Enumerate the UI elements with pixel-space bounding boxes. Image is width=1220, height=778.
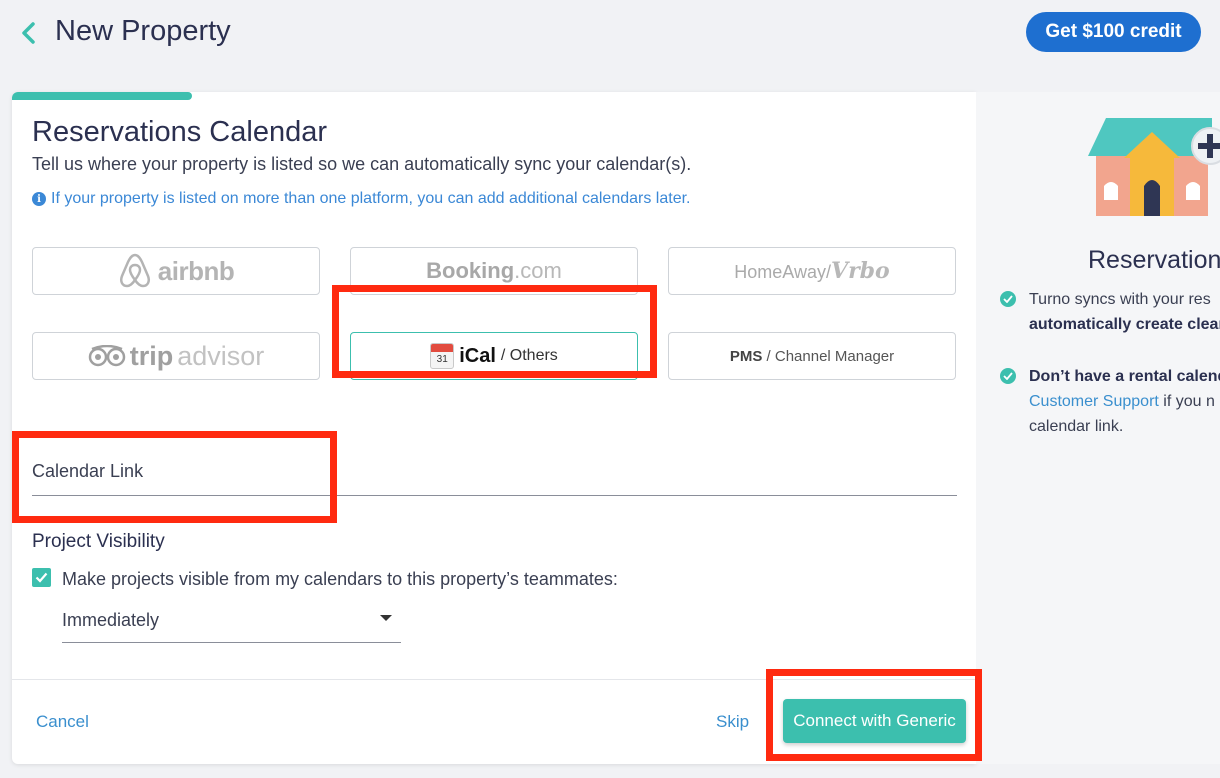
customer-support-link[interactable]: Customer Support bbox=[1029, 393, 1159, 410]
get-credit-button[interactable]: Get $100 credit bbox=[1026, 12, 1201, 52]
info-icon: i bbox=[32, 192, 46, 206]
advisor-wordmark: advisor bbox=[177, 340, 265, 371]
trip-wordmark: trip bbox=[129, 340, 174, 371]
visibility-checkbox-label: Make projects visible from my calendars … bbox=[62, 569, 618, 589]
side-title: Reservation bbox=[1088, 246, 1220, 274]
platform-airbnb-button[interactable]: airbnb bbox=[32, 247, 320, 295]
side-row-sync-line1: Turno syncs with your res bbox=[1029, 291, 1211, 308]
homeaway-wordmark: HomeAway/ bbox=[734, 262, 831, 282]
pms-bold: PMS bbox=[729, 347, 763, 365]
visibility-timing-value: Immediately bbox=[62, 610, 160, 630]
calendar-icon: 31 bbox=[430, 343, 455, 369]
tripadvisor-owl-icon bbox=[88, 345, 125, 367]
homeaway-vrbo-logo: HomeAway/Vrbo bbox=[734, 258, 889, 284]
side-row-no-calendar-line3: calendar link. bbox=[1029, 418, 1124, 435]
calendar-link-underline bbox=[32, 495, 957, 496]
info-text: If your property is listed on more than … bbox=[51, 190, 691, 207]
ical-logo: 31 iCal / Others bbox=[430, 343, 558, 369]
platform-tripadvisor-button[interactable]: trip advisor bbox=[32, 332, 320, 380]
house-illustration-icon bbox=[1088, 118, 1220, 216]
back-chevron-icon[interactable] bbox=[18, 20, 40, 46]
skip-button[interactable]: Skip bbox=[716, 712, 749, 732]
side-row-no-calendar: Don’t have a rental calend Customer Supp… bbox=[1000, 364, 1220, 439]
progress-bar bbox=[12, 92, 192, 100]
booking-wordmark: Booking bbox=[426, 258, 515, 283]
info-note: i If your property is listed on more tha… bbox=[32, 190, 690, 208]
side-row-sync-line2: automatically create clear bbox=[1029, 316, 1220, 333]
platform-homeaway-vrbo-button[interactable]: HomeAway/Vrbo bbox=[668, 247, 956, 295]
section-subtitle: Tell us where your property is listed so… bbox=[32, 154, 692, 174]
footer-divider bbox=[12, 679, 976, 680]
platform-ical-others-button[interactable]: 31 iCal / Others bbox=[350, 332, 638, 380]
side-row-sync: Turno syncs with your res automatically … bbox=[1000, 287, 1220, 337]
page-title: New Property bbox=[55, 15, 231, 47]
platform-pms-button[interactable]: PMS / Channel Manager bbox=[668, 332, 956, 380]
airbnb-wordmark: airbnb bbox=[157, 255, 235, 286]
connect-with-generic-button[interactable]: Connect with Generic bbox=[783, 699, 966, 743]
side-row-no-calendar-line1: Don’t have a rental calend bbox=[1029, 368, 1220, 385]
section-title: Reservations Calendar bbox=[32, 116, 327, 148]
ical-label: iCal bbox=[459, 344, 496, 367]
project-visibility-title: Project Visibility bbox=[32, 531, 165, 552]
check-circle-icon bbox=[1000, 368, 1016, 384]
visibility-checkbox[interactable] bbox=[32, 568, 51, 587]
ical-others-label: / Others bbox=[500, 347, 558, 364]
checkmark-icon bbox=[35, 572, 48, 583]
reservations-card: Reservations Calendar Tell us where your… bbox=[12, 92, 976, 764]
pms-label: PMS / Channel Manager bbox=[730, 348, 894, 365]
vrbo-wordmark: Vrbo bbox=[831, 258, 890, 284]
calendar-day-number: 31 bbox=[436, 354, 448, 365]
calendar-link-field[interactable]: Calendar Link bbox=[32, 461, 143, 482]
top-bar: New Property Get $100 credit bbox=[0, 0, 1220, 70]
cancel-button[interactable]: Cancel bbox=[36, 712, 89, 732]
side-row-no-calendar-line2: if you n bbox=[1158, 393, 1215, 410]
booking-logo: Booking.com bbox=[426, 258, 562, 284]
airbnb-belo-icon bbox=[119, 253, 150, 288]
booking-tld: .com bbox=[514, 258, 562, 283]
select-underline bbox=[62, 642, 401, 643]
airbnb-logo: airbnb bbox=[118, 252, 235, 290]
tripadvisor-logo: trip advisor bbox=[88, 340, 265, 372]
dropdown-caret-icon[interactable] bbox=[380, 615, 392, 621]
pms-rest: / Channel Manager bbox=[762, 347, 895, 365]
info-side-panel: Reservation Turno syncs with your res au… bbox=[976, 92, 1220, 764]
check-circle-icon bbox=[1000, 291, 1016, 307]
platform-booking-button[interactable]: Booking.com bbox=[350, 247, 638, 295]
